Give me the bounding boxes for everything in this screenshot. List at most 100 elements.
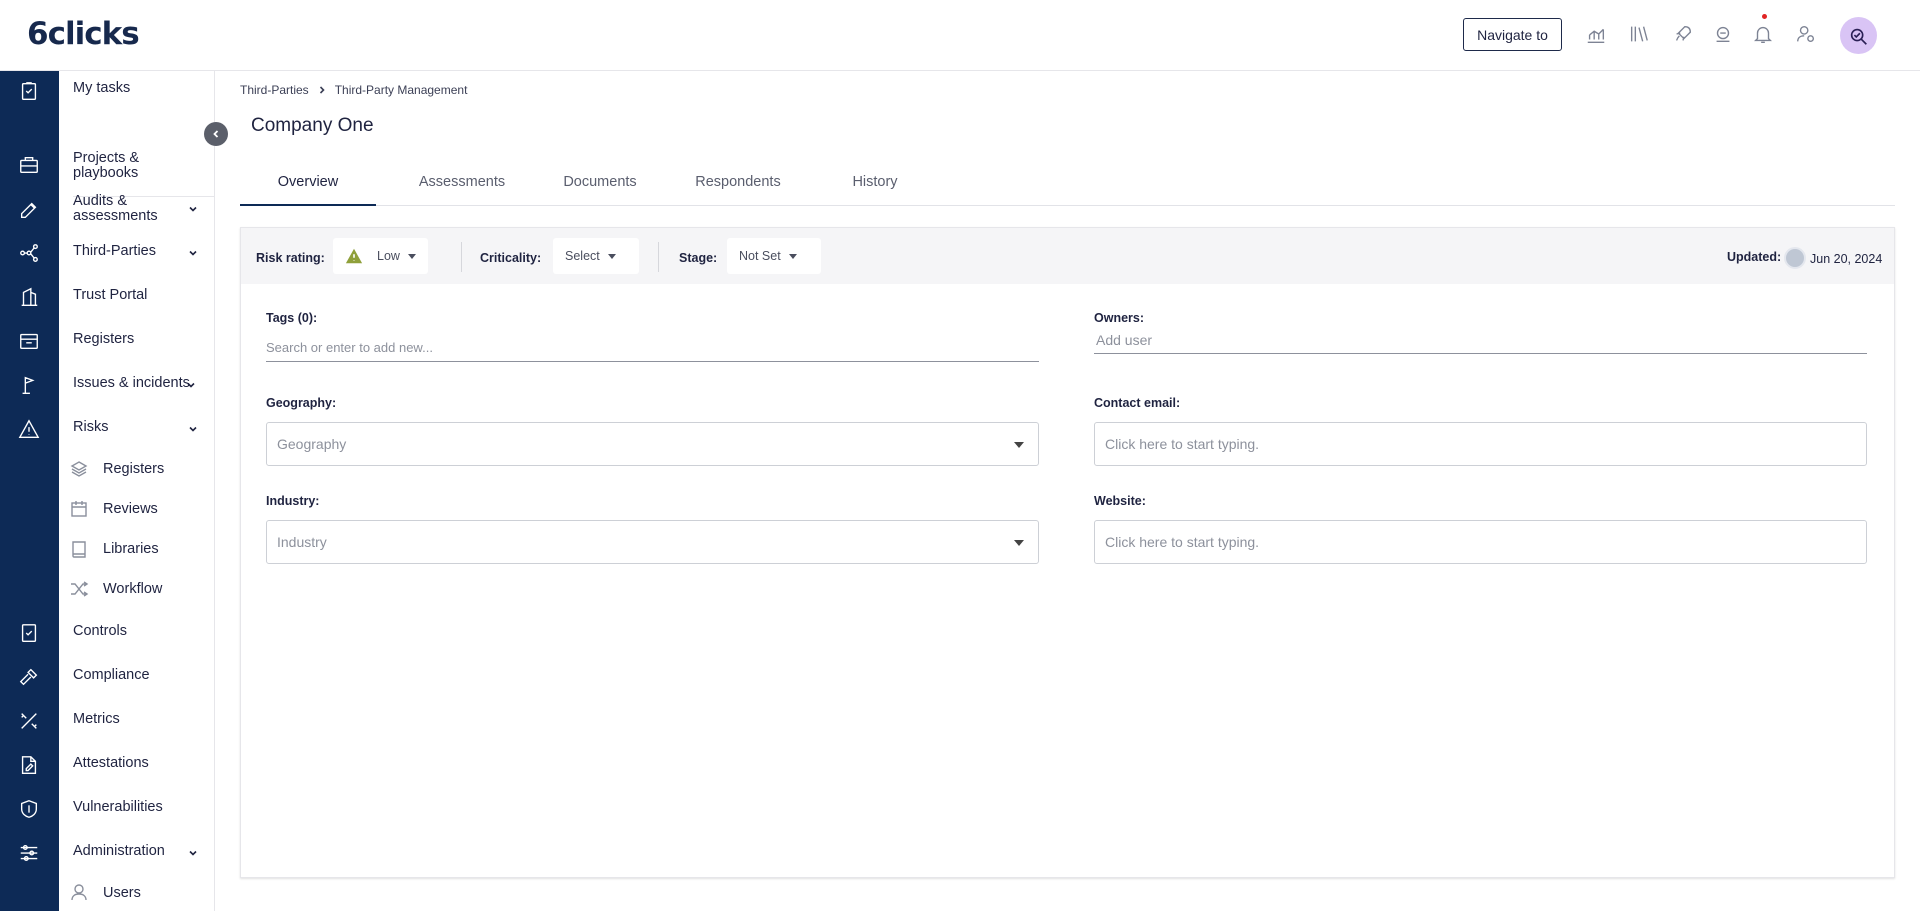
tab-assessments[interactable]: Assessments (390, 170, 534, 206)
top-header: 6clicks Navigate to (0, 0, 1920, 71)
risk-rating-value: Low (377, 249, 400, 263)
website-input[interactable]: Click here to start typing. (1094, 520, 1867, 564)
controls-icon[interactable] (16, 620, 42, 646)
app-logo[interactable]: 6clicks (27, 16, 140, 52)
nav-issues[interactable]: Issues & incidents (73, 376, 190, 391)
user-settings-icon[interactable] (1794, 22, 1818, 46)
nav-registers[interactable]: Registers (73, 332, 134, 347)
registers-icon[interactable] (16, 328, 42, 354)
layers-icon (69, 459, 89, 479)
library-icon[interactable] (1627, 22, 1651, 46)
breadcrumb: Third-Parties Third-Party Management (240, 83, 467, 97)
book-icon (69, 539, 89, 559)
owners-input[interactable]: Add user (1094, 324, 1867, 354)
edit-icon[interactable] (16, 197, 42, 223)
geography-label: Geography: (266, 396, 337, 410)
caret-down-icon (407, 253, 416, 259)
tasks-icon[interactable] (16, 78, 42, 104)
warning-icon[interactable] (16, 416, 42, 442)
industry-label: Industry: (266, 494, 320, 508)
nav-controls[interactable]: Controls (73, 624, 127, 639)
page-title: Company One (251, 115, 374, 136)
network-icon[interactable] (16, 240, 42, 266)
warning-triangle-icon (345, 248, 363, 264)
sliders-icon[interactable] (16, 840, 42, 866)
criticality-select[interactable]: Select (553, 238, 639, 274)
navigate-to-button[interactable]: Navigate to (1463, 18, 1562, 51)
side-navigation: My tasks Projects & playbooks Audits & a… (59, 71, 215, 911)
status-bar: Risk rating: Low Criticality: Select Sta… (241, 228, 1894, 284)
nav-risk-workflow[interactable]: Workflow (103, 581, 162, 597)
breadcrumb-management[interactable]: Third-Party Management (335, 83, 468, 97)
nav-attestations[interactable]: Attestations (73, 756, 149, 771)
tab-documents[interactable]: Documents (534, 170, 666, 206)
tab-history[interactable]: History (810, 170, 940, 206)
nav-trust-portal[interactable]: Trust Portal (73, 288, 147, 303)
nav-risk-registers[interactable]: Registers (103, 461, 164, 477)
divider (658, 242, 659, 272)
nav-administration[interactable]: Administration (73, 844, 165, 859)
tags-label: Tags (0): (266, 311, 318, 325)
rocket-icon[interactable] (1671, 22, 1695, 46)
chevron-down-icon[interactable] (187, 846, 199, 858)
support-icon[interactable] (1711, 22, 1735, 46)
owners-label: Owners: (1094, 311, 1145, 325)
chevron-down-icon[interactable] (187, 422, 199, 434)
briefcase-icon[interactable] (16, 152, 42, 178)
nav-risk-libraries[interactable]: Libraries (103, 541, 159, 557)
nav-vulnerabilities[interactable]: Vulnerabilities (73, 800, 163, 815)
nav-users[interactable]: Users (103, 885, 141, 901)
shuffle-icon (69, 579, 89, 599)
nav-metrics[interactable]: Metrics (73, 712, 120, 727)
caret-down-icon (607, 253, 616, 259)
risk-rating-select[interactable]: Low (333, 238, 428, 274)
bell-icon[interactable] (1751, 22, 1775, 46)
updated-by-avatar[interactable] (1784, 247, 1806, 269)
shield-icon[interactable] (16, 796, 42, 822)
notification-dot (1762, 14, 1767, 19)
stage-select[interactable]: Not Set (727, 238, 821, 274)
breadcrumb-third-parties[interactable]: Third-Parties (240, 83, 309, 97)
caret-down-icon (788, 253, 797, 259)
analytics-icon[interactable] (1584, 22, 1608, 46)
chevron-down-icon[interactable] (185, 378, 197, 390)
nav-audits[interactable]: Audits & assessments (73, 194, 183, 224)
caret-down-icon (1014, 540, 1024, 546)
tab-bar: Overview Assessments Documents Responden… (240, 170, 1895, 206)
nav-my-tasks[interactable]: My tasks (73, 81, 130, 96)
nav-compliance[interactable]: Compliance (73, 668, 150, 683)
industry-select[interactable]: Industry (266, 520, 1039, 564)
divider (461, 242, 462, 272)
issues-icon[interactable] (16, 372, 42, 398)
icon-rail (0, 71, 59, 911)
stage-label: Stage: (679, 251, 718, 265)
user-avatar[interactable] (1840, 17, 1877, 54)
nav-risk-reviews[interactable]: Reviews (103, 501, 158, 517)
geography-select[interactable]: Geography (266, 422, 1039, 466)
website-label: Website: (1094, 494, 1146, 508)
risk-rating-label: Risk rating: (256, 251, 325, 265)
metrics-icon[interactable] (16, 708, 42, 734)
contact-email-label: Contact email: (1094, 396, 1181, 410)
caret-down-icon (1014, 442, 1024, 448)
tab-respondents[interactable]: Respondents (666, 170, 810, 206)
tags-input[interactable]: Search or enter to add new... (266, 332, 1039, 362)
geography-placeholder: Geography (277, 436, 347, 452)
tab-overview[interactable]: Overview (240, 170, 376, 206)
stage-value: Not Set (739, 249, 781, 263)
attestation-icon[interactable] (16, 752, 42, 778)
collapse-sidebar-button[interactable] (204, 122, 228, 146)
chevron-right-icon (319, 86, 325, 94)
portal-icon[interactable] (16, 284, 42, 310)
contact-email-input[interactable]: Click here to start typing. (1094, 422, 1867, 466)
user-icon (69, 882, 89, 902)
updated-label: Updated: (1727, 250, 1782, 264)
chevron-down-icon[interactable] (187, 202, 199, 214)
gavel-icon[interactable] (16, 664, 42, 690)
nav-third-parties[interactable]: Third-Parties (73, 244, 156, 259)
chevron-down-icon[interactable] (187, 246, 199, 258)
nav-projects[interactable]: Projects & playbooks (73, 151, 183, 181)
nav-risks[interactable]: Risks (73, 420, 108, 435)
criticality-label: Criticality: (480, 251, 542, 265)
criticality-value: Select (565, 249, 600, 263)
